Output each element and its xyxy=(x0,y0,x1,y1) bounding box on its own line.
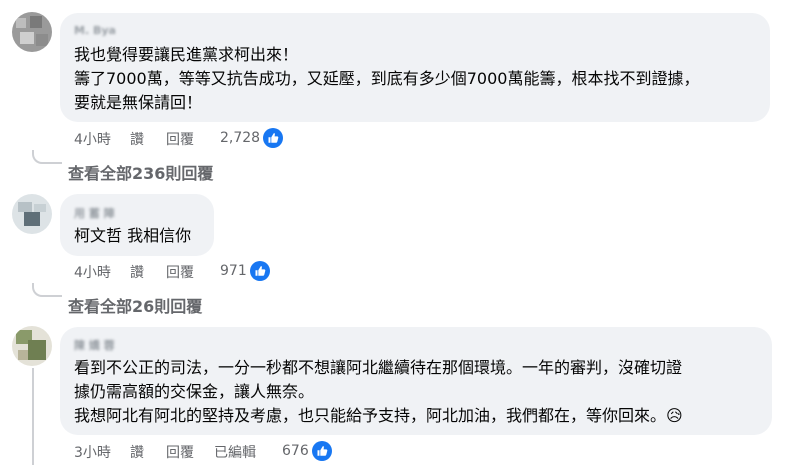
thumbs-up-icon xyxy=(311,441,332,461)
comment-text-line: 要就是無保請回！ xyxy=(74,93,203,112)
avatar[interactable] xyxy=(12,194,52,234)
comment-author[interactable]: 用 蓄 陣 xyxy=(74,205,115,221)
timestamp[interactable]: 4小時 xyxy=(74,262,111,282)
edited-label: 已編輯 xyxy=(214,445,256,461)
avatar-image xyxy=(12,194,52,234)
avatar-image xyxy=(12,326,52,366)
comment-text-line: 看到不公正的司法，一分一秒都不想讓阿北繼續待在那個環境。一年的審判，沒確切證 xyxy=(74,358,683,377)
avatar[interactable] xyxy=(12,12,52,52)
thumbs-up-icon xyxy=(263,128,284,148)
like-button[interactable]: 讚 xyxy=(130,262,144,282)
timestamp[interactable]: 3小時 xyxy=(74,442,111,462)
reaction-count[interactable]: 676 xyxy=(282,441,332,461)
comment-actions: 4小時 讚 回覆 2,728 xyxy=(74,128,374,149)
reaction-count-text: 2,728 xyxy=(220,130,261,146)
reply-button[interactable]: 回覆 xyxy=(166,442,194,462)
reply-button[interactable]: 回覆 xyxy=(166,262,194,282)
reaction-count-text: 676 xyxy=(282,443,309,459)
like-button[interactable]: 讚 xyxy=(130,129,144,149)
comment-text-line: 我也覺得要讓民進黨求柯出來！ xyxy=(74,45,299,64)
reaction-count[interactable]: 971 xyxy=(220,261,270,281)
view-replies-link[interactable]: 查看全部26則回覆 xyxy=(68,293,202,317)
comment-text-line: 據仍需高額的交保金，讓人無奈。 xyxy=(74,382,315,401)
comment-actions: 4小時 讚 回覆 971 xyxy=(74,261,374,282)
comment-author[interactable]: 陳 嬌 蓉 xyxy=(74,337,115,353)
reply-button[interactable]: 回覆 xyxy=(166,129,194,149)
comment-text-line: 我想阿北有阿北的堅持及考慮，也只能給予支持，阿北加油，我們都在，等你回來。😥 xyxy=(74,406,683,425)
like-button[interactable]: 讚 xyxy=(130,442,144,462)
reaction-count[interactable]: 2,728 xyxy=(220,128,284,148)
reply-thread-line xyxy=(32,150,62,164)
view-replies-link[interactable]: 查看全部236則回覆 xyxy=(68,160,213,184)
timestamp[interactable]: 4小時 xyxy=(74,129,111,149)
reaction-count-text: 971 xyxy=(220,263,247,279)
avatar[interactable] xyxy=(12,326,52,366)
comment-actions: 3小時 讚 回覆 已編輯 676 xyxy=(74,441,374,462)
comment-text-line: 柯文哲 我相信你 xyxy=(74,226,192,245)
avatar-image xyxy=(12,12,52,52)
reply-thread-line xyxy=(32,283,62,297)
thumbs-up-icon xyxy=(249,261,270,281)
comment-author[interactable]: M. Bya xyxy=(74,24,116,37)
reply-thread-line xyxy=(32,368,34,465)
comment-text-line: 籌了7000萬，等等又抗告成功，又延壓，到底有多少個7000萬能籌，根本找不到證… xyxy=(74,69,700,88)
